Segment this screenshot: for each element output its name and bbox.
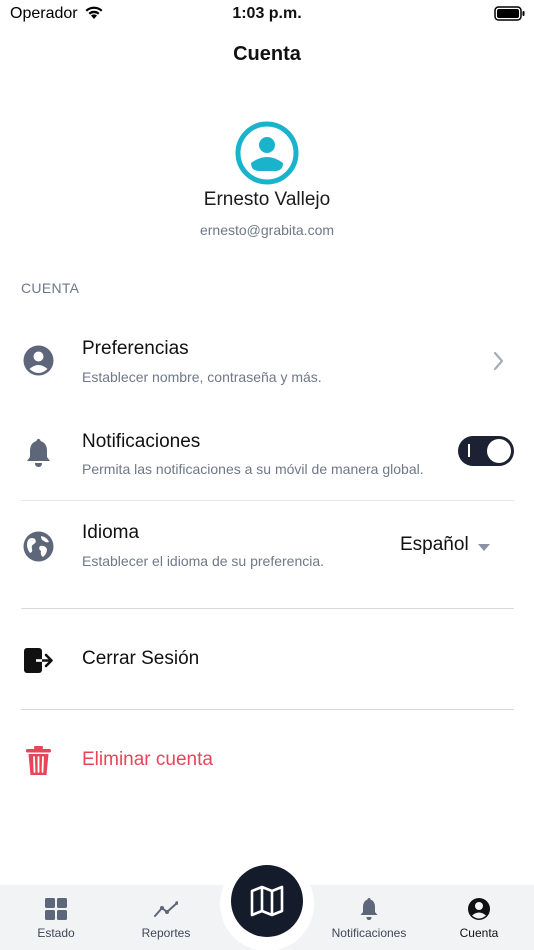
tab-reportes[interactable]: Reportes — [116, 885, 216, 950]
map-button[interactable] — [231, 865, 303, 937]
preferences-subtitle: Establecer nombre, contraseña y más. — [82, 369, 322, 385]
bell-icon — [360, 898, 378, 920]
language-subtitle: Establecer el idioma de su preferencia. — [82, 553, 325, 569]
tab-label: Reportes — [141, 926, 191, 940]
trash-icon — [26, 746, 51, 775]
toggle-on-mark — [468, 444, 470, 457]
divider — [21, 709, 514, 710]
logout-icon — [24, 648, 53, 673]
language-title: Idioma — [82, 522, 140, 543]
tab-label: Cuenta — [459, 926, 499, 940]
user-circle-icon — [23, 345, 54, 376]
user-avatar-icon — [235, 121, 299, 185]
delete-account-label[interactable]: Eliminar cuenta — [82, 749, 213, 771]
notifications-subtitle: Permita las notificaciones a su móvil de… — [82, 461, 424, 477]
tab-label: Notificaciones — [331, 926, 407, 940]
tab-estado[interactable]: Estado — [6, 885, 106, 950]
grid-icon — [45, 898, 67, 920]
divider — [21, 608, 514, 609]
status-bar: Operador 1:03 p.m. — [0, 0, 534, 30]
language-row[interactable]: Idioma Establecer el idioma de su prefer… — [0, 506, 534, 586]
chevron-right-icon — [493, 351, 504, 371]
user-icon — [468, 898, 490, 920]
divider — [21, 500, 514, 501]
toggle-knob — [487, 439, 511, 463]
notifications-row: Notificaciones Permita las notificacione… — [0, 414, 534, 490]
delete-account-button[interactable] — [0, 716, 534, 804]
tab-cuenta[interactable]: Cuenta — [429, 885, 529, 950]
page-title: Cuenta — [233, 43, 301, 65]
language-select-value[interactable]: Español — [400, 534, 469, 556]
status-time: 1:03 p.m. — [232, 5, 302, 22]
preferences-title: Preferencias — [82, 338, 189, 359]
tab-label: Estado — [37, 926, 75, 940]
logout-label[interactable]: Cerrar Sesión — [82, 648, 199, 670]
notifications-title: Notificaciones — [82, 431, 201, 452]
caret-down-icon[interactable] — [478, 544, 490, 551]
preferences-row[interactable]: Preferencias Establecer nombre, contrase… — [0, 320, 534, 396]
bell-icon — [27, 439, 50, 467]
profile-name: Ernesto Vallejo — [203, 189, 331, 210]
logout-button[interactable] — [0, 615, 534, 703]
notifications-toggle[interactable] — [458, 436, 514, 466]
profile-email: ernesto@grabita.com — [199, 222, 335, 238]
map-icon — [250, 885, 284, 917]
trend-icon — [154, 901, 178, 917]
globe-icon — [23, 531, 54, 562]
tab-notificaciones[interactable]: Notificaciones — [319, 885, 419, 950]
battery-icon — [494, 6, 525, 21]
section-label: CUENTA — [21, 280, 80, 296]
